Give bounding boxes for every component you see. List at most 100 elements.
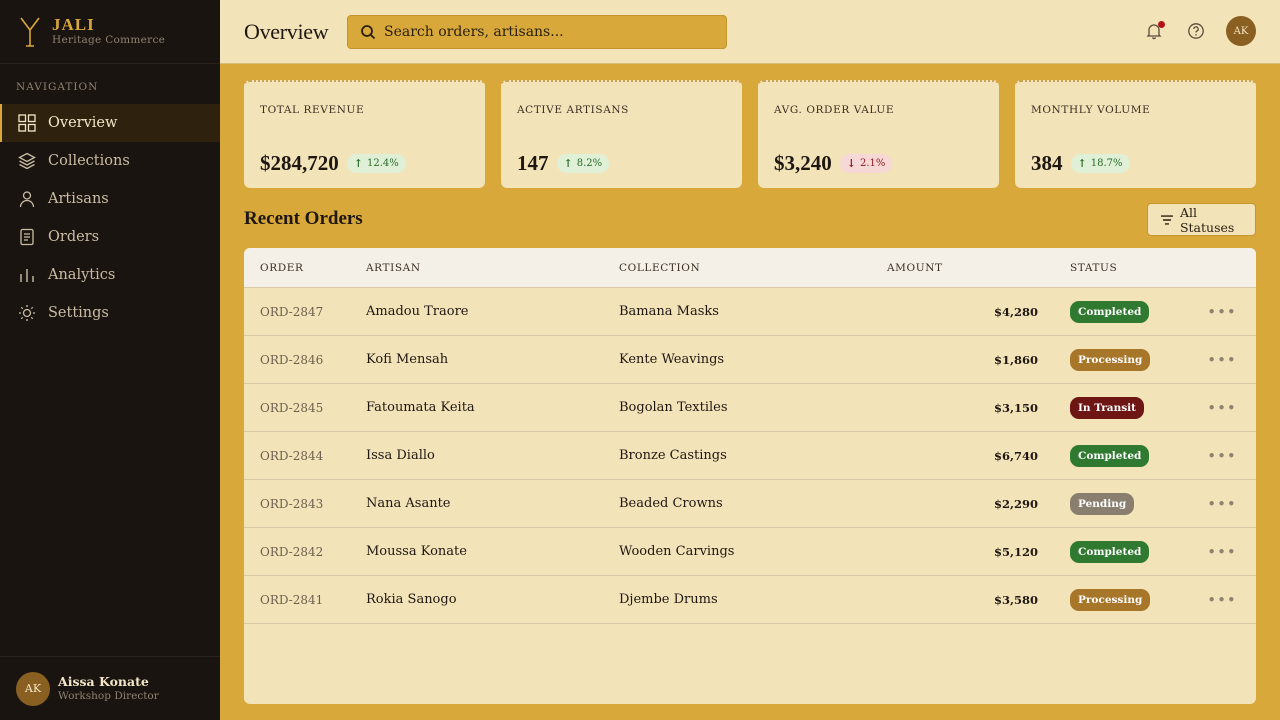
table-row[interactable]: ORD-2844 Issa Diallo Bronze Castings $6,740… xyxy=(244,432,1256,480)
artisan-name: Moussa Konate xyxy=(366,544,467,559)
search-input[interactable]: Search orders, artisans... xyxy=(347,14,727,49)
column-header-amount[interactable]: AMOUNT xyxy=(872,262,1038,274)
table-row[interactable]: ORD-2842 Moussa Konate Wooden Carvings $5,1… xyxy=(244,528,1256,576)
sidebar-item-overview[interactable]: Overview xyxy=(0,104,220,142)
search-icon xyxy=(361,24,376,39)
arrow-up-icon: ↑ xyxy=(1077,157,1087,170)
arrow-up-icon: ↑ xyxy=(563,157,573,170)
arrow-up-icon: ↑ xyxy=(353,157,363,170)
avatar[interactable]: AK xyxy=(16,671,50,706)
table-body: ORD-2847 Amadou Traore Bamana Masks $4,280 C… xyxy=(244,288,1256,624)
sidebar-item-artisans[interactable]: Artisans xyxy=(0,180,220,218)
stat-label: ACTIVE ARTISANS xyxy=(517,104,629,116)
status-badge: Processing xyxy=(1070,348,1151,371)
collection-name: Beaded Crowns xyxy=(619,496,723,511)
brand-subtitle: Heritage Commerce xyxy=(52,34,166,46)
column-header-artisan[interactable]: ARTISAN xyxy=(366,262,619,274)
status-badge: Completed xyxy=(1070,540,1150,563)
order-id[interactable]: ORD-2842 xyxy=(244,545,366,559)
sun-icon xyxy=(18,304,36,322)
stat-change-badge: ↓ 2.1% xyxy=(839,154,893,173)
collection-name: Bamana Masks xyxy=(619,304,719,319)
more-actions-icon[interactable]: ••• xyxy=(1188,543,1256,561)
brand[interactable]: JALI Heritage Commerce xyxy=(0,0,220,64)
stat-card: MONTHLY VOLUME 384 ↑ 18.7% xyxy=(1015,80,1256,188)
sidebar-item-label: Settings xyxy=(48,305,109,321)
order-amount: $4,280 xyxy=(993,304,1038,319)
brand-logo-icon xyxy=(20,17,40,47)
document-icon xyxy=(18,228,36,246)
order-amount: $2,290 xyxy=(993,496,1038,511)
sidebar-item-label: Overview xyxy=(48,115,118,131)
stat-change: 18.7% xyxy=(1090,158,1123,169)
sidebar-item-analytics[interactable]: Analytics xyxy=(0,256,220,294)
more-actions-icon[interactable]: ••• xyxy=(1188,351,1256,369)
artisan-name: Kofi Mensah xyxy=(366,352,449,367)
stat-change-badge: ↑ 12.4% xyxy=(346,154,406,173)
sidebar-item-label: Analytics xyxy=(48,267,116,283)
nav-heading: NAVIGATION xyxy=(16,81,99,93)
artisan-name: Fatoumata Keita xyxy=(366,400,475,415)
column-header-status[interactable]: STATUS xyxy=(1038,262,1188,274)
sidebar: JALI Heritage Commerce NAVIGATION Overvi… xyxy=(0,0,220,720)
stat-label: AVG. ORDER VALUE xyxy=(774,104,895,116)
bar-chart-icon xyxy=(18,266,36,284)
status-badge: Completed xyxy=(1070,444,1150,467)
collection-name: Djembe Drums xyxy=(619,592,718,607)
more-actions-icon[interactable]: ••• xyxy=(1188,591,1256,609)
more-actions-icon[interactable]: ••• xyxy=(1188,495,1256,513)
table-row[interactable]: ORD-2847 Amadou Traore Bamana Masks $4,280 C… xyxy=(244,288,1256,336)
table-row[interactable]: ORD-2841 Rokia Sanogo Djembe Drums $3,580 Pr… xyxy=(244,576,1256,624)
column-header-collection[interactable]: COLLECTION xyxy=(619,262,872,274)
sidebar-item-settings[interactable]: Settings xyxy=(0,294,220,332)
more-actions-icon[interactable]: ••• xyxy=(1188,447,1256,465)
arrow-down-icon: ↓ xyxy=(846,157,856,170)
user-icon xyxy=(18,190,36,208)
table-header: ORDER ARTISAN COLLECTION AMOUNT STATUS xyxy=(244,248,1256,288)
status-badge: Completed xyxy=(1070,300,1150,323)
more-actions-icon[interactable]: ••• xyxy=(1188,399,1256,417)
table-row[interactable]: ORD-2843 Nana Asante Beaded Crowns $2,290 Pe… xyxy=(244,480,1256,528)
order-id[interactable]: ORD-2843 xyxy=(244,497,366,511)
filter-icon xyxy=(1160,214,1173,225)
stat-change-badge: ↑ 18.7% xyxy=(1070,154,1130,173)
stat-cards: TOTAL REVENUE $284,720 ↑ 12.4% ACTIVE ARTISA… xyxy=(244,80,1256,188)
layers-icon xyxy=(18,152,36,170)
help-button[interactable] xyxy=(1184,19,1208,43)
user-role: Workshop Director xyxy=(58,690,159,702)
collection-name: Bogolan Textiles xyxy=(619,400,728,415)
collection-name: Wooden Carvings xyxy=(619,544,735,559)
artisan-name: Issa Diallo xyxy=(366,448,435,463)
status-filter-button[interactable]: All Statuses xyxy=(1147,203,1256,236)
stat-label: MONTHLY VOLUME xyxy=(1031,104,1151,116)
user-profile[interactable]: AK Aissa Konate Workshop Director xyxy=(0,656,220,720)
column-header-order[interactable]: ORDER xyxy=(244,262,366,274)
sidebar-item-collections[interactable]: Collections xyxy=(0,142,220,180)
order-amount: $3,580 xyxy=(993,592,1038,607)
table-row[interactable]: ORD-2845 Fatoumata Keita Bogolan Textiles $… xyxy=(244,384,1256,432)
stat-change: 8.2% xyxy=(576,158,603,169)
sidebar-item-orders[interactable]: Orders xyxy=(0,218,220,256)
status-badge: Processing xyxy=(1070,588,1151,611)
header-avatar[interactable]: AK xyxy=(1226,16,1256,46)
order-amount: $6,740 xyxy=(993,448,1038,463)
order-id[interactable]: ORD-2844 xyxy=(244,449,366,463)
status-badge: Pending xyxy=(1070,492,1135,515)
user-name: Aissa Konate xyxy=(58,674,149,689)
order-amount: $5,120 xyxy=(993,544,1038,559)
order-id[interactable]: ORD-2845 xyxy=(244,401,366,415)
search-placeholder: Search orders, artisans... xyxy=(384,23,564,40)
brand-name: JALI xyxy=(52,15,95,34)
more-actions-icon[interactable]: ••• xyxy=(1188,303,1256,321)
order-id[interactable]: ORD-2846 xyxy=(244,353,366,367)
order-id[interactable]: ORD-2847 xyxy=(244,305,366,319)
help-icon xyxy=(1188,23,1204,39)
header-actions: AK xyxy=(1124,16,1256,46)
table-row[interactable]: ORD-2846 Kofi Mensah Kente Weavings $1,860 P… xyxy=(244,336,1256,384)
notifications-button[interactable] xyxy=(1142,19,1166,43)
order-id[interactable]: ORD-2841 xyxy=(244,593,366,607)
stat-value: $3,240 xyxy=(774,151,832,175)
stat-label: TOTAL REVENUE xyxy=(260,104,365,116)
stat-card: ACTIVE ARTISANS 147 ↑ 8.2% xyxy=(501,80,742,188)
notification-dot xyxy=(1158,21,1165,28)
